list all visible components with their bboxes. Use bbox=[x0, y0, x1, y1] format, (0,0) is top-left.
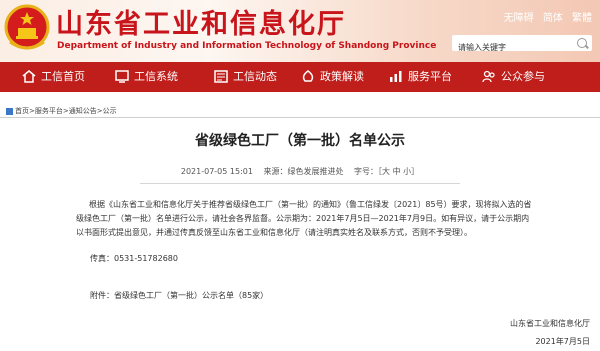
signature-date: 2021年7月5日 bbox=[535, 337, 590, 346]
nav-item-label: 工信动态 bbox=[233, 70, 277, 83]
article-meta: 2021-07-05 15:01 来源：绿色发展推进处 字号：［大 中 小］ bbox=[0, 166, 600, 177]
article-paragraph: 根据《山东省工业和信息化厅关于推荐省级绿色工厂（第一批）的通知》（鲁工信绿发〔2… bbox=[76, 200, 532, 237]
attachment-link[interactable]: 附件：省级绿色工厂（第一批）公示名单（85家） bbox=[90, 290, 268, 301]
nav-item-policy[interactable]: 政策解读 bbox=[301, 62, 364, 92]
top-links: 无障碍 简体 繁體 bbox=[498, 9, 592, 24]
nav-item-label: 服务平台 bbox=[408, 70, 452, 83]
search-input[interactable] bbox=[452, 39, 558, 56]
service-icon bbox=[390, 70, 402, 82]
nav-item-service[interactable]: 服务平台 bbox=[389, 62, 452, 92]
nav-item-system[interactable]: 工信系统 bbox=[115, 62, 178, 92]
divider bbox=[140, 183, 460, 184]
news-icon bbox=[214, 69, 228, 83]
article-title: 省级绿色工厂（第一批）名单公示 bbox=[195, 133, 405, 149]
national-emblem-icon bbox=[4, 4, 50, 50]
nav-item-label: 工信系统 bbox=[134, 70, 178, 83]
article-source: 来源：绿色发展推进处 bbox=[263, 167, 344, 176]
article-body: 根据《山东省工业和信息化厅关于推荐省级绿色工厂（第一批）的通知》（鲁工信绿发〔2… bbox=[76, 198, 533, 240]
home-icon bbox=[22, 69, 36, 83]
site-title: 山东省工业和信息化厅 bbox=[56, 9, 346, 40]
signature-org: 山东省工业和信息化厅 bbox=[510, 319, 590, 328]
traditional-chinese-link[interactable]: 繁體 bbox=[572, 13, 592, 24]
breadcrumb-text[interactable]: 首页>服务平台>通知公告>公示 bbox=[15, 107, 117, 115]
publish-date: 2021-07-05 15:01 bbox=[180, 167, 253, 176]
fax-number: 传真：0531-51782680 bbox=[90, 254, 178, 263]
home-icon bbox=[6, 107, 13, 115]
simplified-chinese-link[interactable]: 简体 bbox=[543, 13, 563, 24]
nav-item-label: 政策解读 bbox=[320, 70, 364, 83]
divider bbox=[0, 117, 600, 118]
search-icon[interactable] bbox=[577, 38, 587, 48]
nav-item-news[interactable]: 工信动态 bbox=[214, 62, 277, 92]
font-size-switcher[interactable]: 字号：［大 中 小］ bbox=[354, 167, 419, 176]
accessibility-link[interactable]: 无障碍 bbox=[504, 13, 534, 24]
policy-icon bbox=[302, 69, 314, 82]
site-subtitle: Department of Industry and Information T… bbox=[57, 41, 437, 51]
nav-item-home[interactable]: 工信首页 bbox=[22, 62, 85, 92]
main-nav: 工信首页 工信系统 工信动态 政策解读 服务平台 公众参与 bbox=[0, 62, 600, 92]
participation-icon bbox=[482, 70, 495, 82]
search-box bbox=[452, 35, 592, 56]
nav-item-participation[interactable]: 公众参与 bbox=[482, 62, 545, 92]
nav-item-label: 公众参与 bbox=[501, 70, 545, 83]
nav-item-label: 工信首页 bbox=[41, 70, 85, 83]
system-icon bbox=[115, 69, 129, 83]
site-header: 山东省工业和信息化厅 Department of Industry and In… bbox=[0, 0, 600, 62]
breadcrumb: 首页>服务平台>通知公告>公示 bbox=[6, 106, 117, 116]
